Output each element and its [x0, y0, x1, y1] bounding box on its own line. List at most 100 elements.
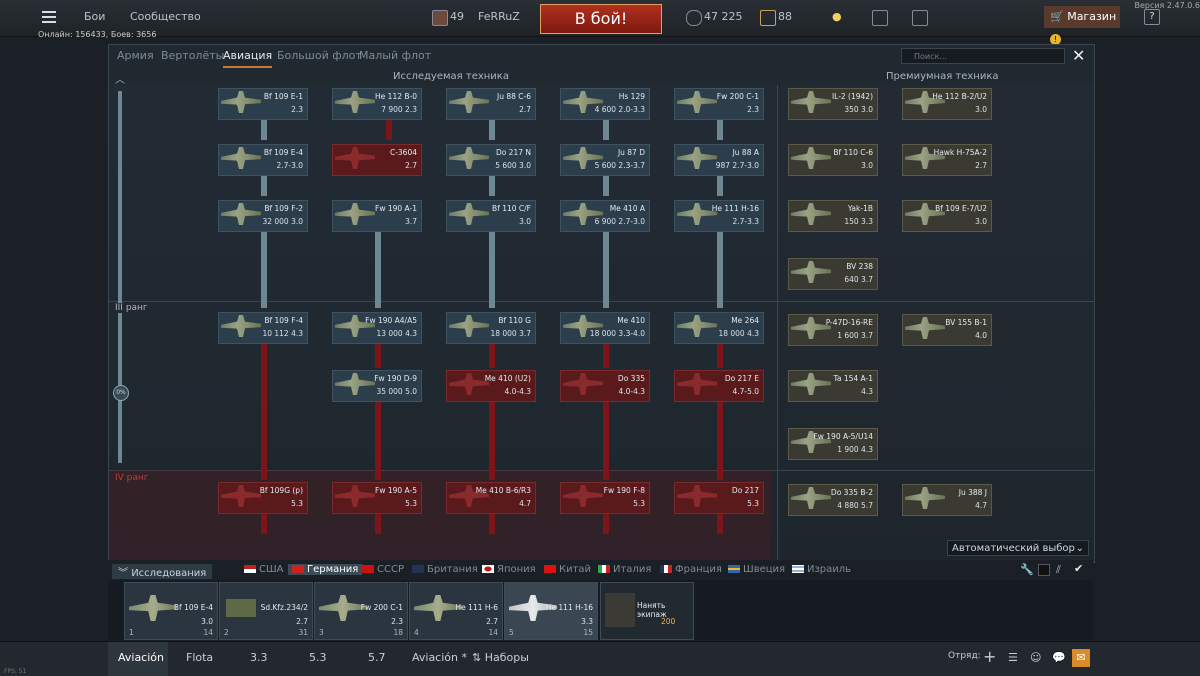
lightbulb-icon[interactable]: ● [832, 10, 842, 23]
research-toggle[interactable]: ︾ Исследования [112, 564, 213, 579]
vehicle-card[interactable]: Me 410 A 6 900 2.7-3.0 [560, 200, 650, 232]
nation-china[interactable]: Китай [544, 564, 591, 575]
preset-tab[interactable]: 3.3 [250, 651, 268, 664]
premium-vehicle-card[interactable]: Hawk H-75A-2 2.7 [902, 144, 992, 176]
preset-tab[interactable]: Aviación * [412, 651, 467, 664]
preset-tab[interactable]: 5.3 [309, 651, 327, 664]
vehicle-card[interactable]: Bf 109 F-4 10 112 4.3 [218, 312, 308, 344]
nation-japan[interactable]: Япония [482, 564, 536, 575]
premium-vehicle-card[interactable]: BV 238 640 3.7 [788, 258, 878, 290]
nation-britain[interactable]: Британия [412, 564, 478, 575]
vehicle-card[interactable]: Do 217 N 5 600 3.0 [446, 144, 536, 176]
premium-vehicle-card[interactable]: He 112 B-2/U2 3.0 [902, 88, 992, 120]
help-button[interactable]: ? [1144, 9, 1160, 25]
repair-icon[interactable]: ⫽ [1056, 563, 1061, 577]
vehicle-card[interactable]: Bf 109 E-1 2.3 [218, 88, 308, 120]
preset-tab[interactable]: Aviación [118, 651, 164, 664]
vehicle-card[interactable]: Ju 87 D 5 600 2.3-3.7 [560, 144, 650, 176]
hire-crew-slot[interactable]: Нанять экипаж 200 [600, 582, 694, 640]
tickets-icon[interactable] [912, 10, 928, 26]
vehicle-card[interactable]: Me 264 18 000 4.3 [674, 312, 764, 344]
avatar[interactable] [432, 10, 448, 26]
vehicle-card[interactable]: Bf 110 C/F 3.0 [446, 200, 536, 232]
add-squad-icon[interactable]: + [983, 647, 996, 666]
crew-slot[interactable]: Sd.Kfz.234/2 2.7 2 31 [219, 582, 313, 640]
vehicle-card[interactable]: Bf 110 G 18 000 3.7 [446, 312, 536, 344]
nation-label: Китай [559, 564, 592, 575]
chat-icon[interactable]: 💬 [1052, 651, 1066, 664]
vehicle-card[interactable]: Ju 88 A 987 2.7-3.0 [674, 144, 764, 176]
auto-select-value: Автоматический выбор [952, 543, 1075, 554]
vehicle-card[interactable]: Ju 88 C-6 2.7 [446, 88, 536, 120]
vehicle-card[interactable]: Fw 200 C-1 2.3 [674, 88, 764, 120]
checkmark-icon[interactable]: ✔ [1074, 562, 1083, 575]
plane-icon [791, 261, 831, 283]
nation-israel[interactable]: Израиль [792, 564, 851, 575]
nation-sweden[interactable]: Швеция [728, 564, 785, 575]
premium-vehicle-card[interactable]: IL-2 (1942) 350 3.0 [788, 88, 878, 120]
vehicle-card[interactable]: Do 217 E 4.7-5.0 [674, 370, 764, 402]
premium-vehicle-card[interactable]: P-47D-16-RE 1 600 3.7 [788, 314, 878, 346]
premium-vehicle-card[interactable]: Fw 190 A-5/U14 1 900 4.3 [788, 428, 878, 460]
menu-battles[interactable]: Бои [84, 10, 105, 23]
crew-slot[interactable]: Fw 200 C-1 2.3 3 18 [314, 582, 408, 640]
wrench-icon[interactable]: 🔧 [1020, 563, 1034, 576]
mail-icon[interactable]: ✉ [1072, 649, 1090, 667]
to-battle-button[interactable]: В бой! [540, 4, 662, 34]
close-icon[interactable]: ✕ [1072, 46, 1085, 65]
menu-icon[interactable] [42, 11, 56, 23]
vehicle-card[interactable]: Fw 190 F-8 5.3 [560, 482, 650, 514]
achievements-icon[interactable] [872, 10, 888, 26]
crew-portrait-icon [605, 593, 635, 627]
tab-army[interactable]: Армия [117, 49, 154, 62]
nation-france[interactable]: Франция [660, 564, 722, 575]
friends-icon[interactable]: ☺ [1030, 651, 1041, 664]
vehicle-card[interactable]: Fw 190 A-1 3.7 [332, 200, 422, 232]
premium-vehicle-card[interactable]: Ju 388 J 4.7 [902, 484, 992, 516]
tab-coastal-fleet[interactable]: Малый флот [359, 49, 431, 62]
vehicle-card[interactable]: Hs 129 4 600 2.0-3.3 [560, 88, 650, 120]
vehicle-card[interactable]: C-3604 2.7 [332, 144, 422, 176]
menu-community[interactable]: Сообщество [130, 10, 201, 23]
premium-vehicle-card[interactable]: Ta 154 A-1 4.3 [788, 370, 878, 402]
premium-vehicle-card[interactable]: Yak-1B 150 3.3 [788, 200, 878, 232]
tree-connector [717, 120, 723, 140]
shop-button[interactable]: 🛒 Магазин ! [1044, 6, 1120, 45]
premium-vehicle-card[interactable]: BV 155 B-1 4.0 [902, 314, 992, 346]
vehicle-card[interactable]: Me 410 18 000 3.3-4.0 [560, 312, 650, 344]
nation-ussr[interactable]: СССР [362, 564, 404, 575]
collapse-icon[interactable]: ︿ [115, 71, 125, 86]
vehicle-card[interactable]: Do 335 4.0-4.3 [560, 370, 650, 402]
vehicle-card[interactable]: Bf 109 F-2 32 000 3.0 [218, 200, 308, 232]
tab-bluewater-fleet[interactable]: Большой флот [277, 49, 362, 62]
tab-aviation[interactable]: Авиация [223, 49, 273, 68]
auto-select-dropdown[interactable]: Автоматический выбор ⌄ [947, 540, 1089, 556]
tab-helicopters[interactable]: Вертолёты [161, 49, 224, 62]
vehicle-card[interactable]: Me 410 (U2) 4.0-4.3 [446, 370, 536, 402]
vehicle-card[interactable]: Fw 190 A-5 5.3 [332, 482, 422, 514]
vehicle-card[interactable]: He 112 B-0 7 900 2.3 [332, 88, 422, 120]
nation-italy[interactable]: Италия [598, 564, 651, 575]
nation-germany[interactable]: Германия [288, 564, 363, 575]
crew-slot[interactable]: He 111 H-16 3.3 5 15 [504, 582, 598, 640]
preset-tab[interactable]: Flota [186, 651, 213, 664]
preset-checkbox[interactable] [1038, 564, 1050, 576]
crew-slot[interactable]: He 111 H-6 2.7 4 14 [409, 582, 503, 640]
vehicle-card[interactable]: Bf 109G (p) 5.3 [218, 482, 308, 514]
premium-vehicle-card[interactable]: Do 335 B-2 4 880 5.7 [788, 484, 878, 516]
vehicle-card[interactable]: He 111 H-16 2.7-3.3 [674, 200, 764, 232]
preset-tab[interactable]: 5.7 [368, 651, 386, 664]
search-input[interactable]: Поиск... [901, 48, 1065, 64]
vehicle-card[interactable]: Do 217 5.3 [674, 482, 764, 514]
vehicle-card[interactable]: Fw 190 A4/A5 13 000 4.3 [332, 312, 422, 344]
crew-slot[interactable]: Bf 109 E-4 3.0 1 14 [124, 582, 218, 640]
premium-vehicle-card[interactable]: Bf 109 E-7/U2 3.0 [902, 200, 992, 232]
nation-usa[interactable]: США [244, 564, 284, 575]
vehicle-card[interactable]: Bf 109 E-4 2.7-3.0 [218, 144, 308, 176]
presets-button[interactable]: ⇅ Наборы [472, 651, 529, 664]
premium-vehicle-card[interactable]: Bf 110 C-6 3.0 [788, 144, 878, 176]
vehicle-card[interactable]: Me 410 B-6/R3 4.7 [446, 482, 536, 514]
list-icon[interactable]: ☰ [1008, 651, 1018, 664]
username[interactable]: FeRRuZ [478, 10, 520, 23]
vehicle-card[interactable]: Fw 190 D-9 35 000 5.0 [332, 370, 422, 402]
